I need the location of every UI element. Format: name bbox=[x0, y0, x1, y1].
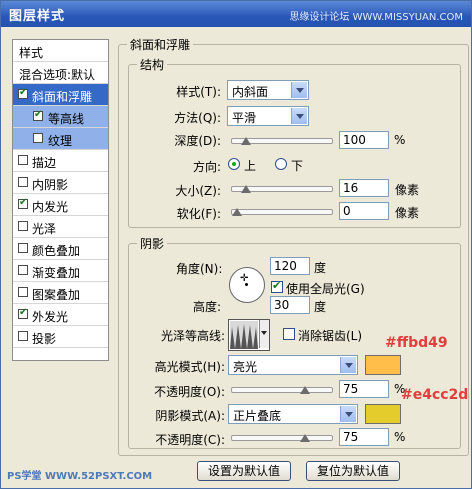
method-label: 方法(Q): bbox=[174, 111, 221, 125]
depth-slider-thumb[interactable] bbox=[241, 134, 252, 145]
highlight-opacity-slider[interactable] bbox=[231, 386, 333, 394]
style-item-satin[interactable]: 光泽 bbox=[13, 216, 108, 238]
shadow-mode-label: 阴影模式(A): bbox=[155, 409, 225, 423]
highlight-color-swatch[interactable] bbox=[365, 355, 401, 375]
depth-input[interactable]: 100 bbox=[339, 131, 389, 149]
highlight-hex-annotation: #ffbd49 bbox=[385, 335, 448, 351]
shadow-opacity-input[interactable]: 75 bbox=[339, 428, 389, 446]
style-item-pattern-overlay[interactable]: 图案叠加 bbox=[13, 282, 108, 304]
title-watermark: 思缘设计论坛 WWW.MISSYUAN.COM bbox=[289, 12, 463, 23]
stroke-checkbox[interactable] bbox=[18, 155, 28, 165]
size-unit: 像素 bbox=[395, 183, 420, 197]
title-bar: 图层样式 思缘设计论坛 WWW.MISSYUAN.COM bbox=[1, 1, 471, 27]
shadow-opacity-label: 不透明度(C): bbox=[155, 433, 225, 447]
reset-default-button[interactable]: 复位为默认值 bbox=[306, 461, 400, 481]
style-item-drop-shadow[interactable]: 投影 bbox=[13, 326, 108, 348]
texture-checkbox[interactable] bbox=[33, 133, 43, 143]
gradient-overlay-checkbox[interactable] bbox=[18, 265, 28, 275]
altitude-input[interactable]: 30 bbox=[270, 296, 310, 314]
soften-unit: 像素 bbox=[395, 206, 420, 220]
satin-checkbox[interactable] bbox=[18, 221, 28, 231]
angle-dial[interactable]: ✛ bbox=[229, 267, 265, 303]
pattern-overlay-checkbox[interactable] bbox=[18, 287, 28, 297]
style-label: 样式(T): bbox=[176, 85, 221, 99]
highlight-opacity-input[interactable]: 75 bbox=[339, 380, 389, 398]
chevron-down-icon bbox=[340, 357, 356, 373]
angle-input[interactable]: 120 bbox=[270, 257, 310, 275]
style-list: 样式 混合选项:默认 斜面和浮雕 等高线 纹理 描边 内阴影 内发光 光泽 颜色… bbox=[12, 39, 109, 361]
style-item-bevel[interactable]: 斜面和浮雕 bbox=[13, 84, 108, 106]
style-item-color-overlay[interactable]: 颜色叠加 bbox=[13, 238, 108, 260]
angle-unit: 度 bbox=[314, 261, 327, 275]
layer-style-dialog: 图层样式 思缘设计论坛 WWW.MISSYUAN.COM 样式 混合选项:默认 … bbox=[0, 0, 472, 489]
chevron-down-icon bbox=[340, 406, 356, 422]
contour-preview-icon bbox=[230, 321, 258, 349]
chevron-down-icon bbox=[261, 331, 267, 335]
shading-title: 阴影 bbox=[137, 235, 168, 252]
style-list-header[interactable]: 样式 bbox=[13, 40, 108, 62]
altitude-label: 高度: bbox=[192, 300, 221, 314]
global-light-checkbox[interactable] bbox=[271, 279, 283, 293]
inner-glow-checkbox[interactable] bbox=[18, 197, 28, 209]
method-select[interactable]: 平滑 bbox=[227, 106, 309, 126]
highlight-opacity-label: 不透明度(O): bbox=[154, 385, 225, 399]
style-item-outer-glow[interactable]: 外发光 bbox=[13, 304, 108, 326]
soften-input[interactable]: 0 bbox=[339, 202, 389, 220]
style-item-gradient-overlay[interactable]: 渐变叠加 bbox=[13, 260, 108, 282]
direction-up-radio[interactable] bbox=[228, 158, 240, 170]
direction-up-label: 上 bbox=[244, 159, 257, 173]
size-input[interactable]: 16 bbox=[339, 179, 389, 197]
gloss-contour-label: 光泽等高线: bbox=[160, 329, 225, 343]
bevel-checkbox[interactable] bbox=[18, 87, 28, 99]
shadow-opacity-thumb[interactable] bbox=[300, 431, 311, 442]
style-item-contour[interactable]: 等高线 bbox=[13, 106, 108, 128]
antialias-label: 消除锯齿(L) bbox=[298, 329, 363, 343]
contour-dropdown[interactable] bbox=[259, 320, 269, 348]
depth-unit: % bbox=[394, 133, 406, 147]
blend-options-item[interactable]: 混合选项:默认 bbox=[13, 62, 108, 84]
depth-slider[interactable] bbox=[231, 137, 333, 145]
style-item-inner-glow[interactable]: 内发光 bbox=[13, 194, 108, 216]
soften-label: 软化(F): bbox=[176, 207, 221, 221]
style-select[interactable]: 内斜面 bbox=[227, 80, 309, 100]
shadow-opacity-slider[interactable] bbox=[231, 434, 333, 442]
dial-center bbox=[245, 283, 248, 286]
structure-title: 结构 bbox=[137, 56, 168, 73]
outer-glow-checkbox[interactable] bbox=[18, 307, 28, 319]
shadow-color-swatch[interactable] bbox=[365, 404, 401, 424]
footer-watermark: PS学堂 WWW.52PSXT.COM bbox=[7, 471, 153, 482]
gloss-contour-picker[interactable] bbox=[228, 319, 270, 351]
size-slider[interactable] bbox=[231, 185, 333, 193]
color-overlay-checkbox[interactable] bbox=[18, 243, 28, 253]
highlight-mode-select[interactable]: 亮光 bbox=[228, 355, 358, 375]
highlight-opacity-thumb[interactable] bbox=[300, 383, 311, 394]
size-label: 大小(Z): bbox=[175, 184, 221, 198]
size-slider-thumb[interactable] bbox=[241, 182, 252, 193]
direction-down-label: 下 bbox=[291, 159, 304, 173]
contour-checkbox[interactable] bbox=[33, 109, 43, 121]
drop-shadow-checkbox[interactable] bbox=[18, 331, 28, 341]
set-default-button[interactable]: 设置为默认值 bbox=[197, 461, 291, 481]
inner-shadow-checkbox[interactable] bbox=[18, 177, 28, 187]
altitude-unit: 度 bbox=[314, 300, 327, 314]
chevron-down-icon bbox=[291, 108, 307, 124]
shadow-hex-annotation: #e4cc2d bbox=[401, 387, 469, 403]
window-title: 图层样式 bbox=[9, 9, 66, 24]
shadow-opacity-unit: % bbox=[394, 430, 406, 444]
style-item-inner-shadow[interactable]: 内阴影 bbox=[13, 172, 108, 194]
style-item-stroke[interactable]: 描边 bbox=[13, 150, 108, 172]
bevel-group-title: 斜面和浮雕 bbox=[127, 36, 194, 53]
depth-label: 深度(D): bbox=[174, 134, 221, 148]
chevron-down-icon bbox=[291, 82, 307, 98]
angle-label: 角度(N): bbox=[176, 262, 223, 276]
soften-slider[interactable] bbox=[231, 208, 333, 216]
style-item-texture[interactable]: 纹理 bbox=[13, 128, 108, 150]
direction-label: 方向: bbox=[192, 160, 221, 174]
shadow-mode-select[interactable]: 正片叠底 bbox=[228, 404, 358, 424]
global-light-label: 使用全局光(G) bbox=[286, 282, 365, 296]
highlight-mode-label: 高光模式(H): bbox=[154, 360, 225, 374]
soften-slider-thumb[interactable] bbox=[232, 205, 242, 216]
antialias-checkbox[interactable] bbox=[283, 328, 295, 340]
direction-down-radio[interactable] bbox=[275, 158, 287, 170]
